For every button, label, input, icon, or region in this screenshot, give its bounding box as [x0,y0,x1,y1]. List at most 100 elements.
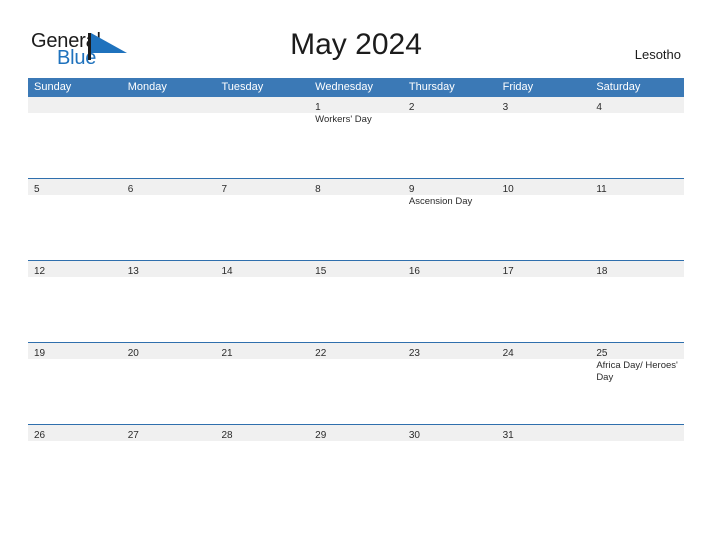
day-cell-1[interactable]: 1 [309,97,403,113]
day-events-30 [403,441,497,505]
weekday-header-tuesday: Tuesday [221,81,264,93]
day-number: 16 [408,266,420,277]
day-number: 21 [221,348,233,359]
day-number: 27 [127,430,139,441]
day-events-27 [122,441,216,505]
day-number: 11 [596,184,607,195]
day-number: 1 [315,102,321,113]
calendar-week-row: 5 6 7 8 9 10 11 Ascension Day [28,178,684,260]
day-cell-23[interactable]: 23 [403,343,497,359]
day-cell-31[interactable]: 31 [497,425,591,441]
day-number: 12 [34,266,46,277]
holiday-event-label: Africa Day/ Heroes' Day [596,360,678,383]
day-events-7 [215,195,309,259]
day-cell-17[interactable]: 17 [497,261,591,277]
day-cell-empty [215,97,309,113]
day-number-strip: 12 13 14 15 16 17 18 [28,261,684,277]
day-cell-25[interactable]: 25 [590,343,684,359]
day-body-strip: Ascension Day [28,195,684,259]
day-cell-3[interactable]: 3 [497,97,591,113]
day-events-3 [497,113,591,177]
day-cell-26[interactable]: 26 [28,425,122,441]
weekday-header-wednesday: Wednesday [315,81,374,93]
day-number: 15 [315,266,327,277]
day-number: 29 [315,430,327,441]
day-cell-9[interactable]: 9 [403,179,497,195]
page-header: General Blue May 2024 Lesotho [0,0,712,78]
day-events-21 [215,359,309,423]
day-number-strip: 26 27 28 29 30 31 [28,425,684,441]
weekday-header-thursday: Thursday [408,81,455,93]
day-events-8 [309,195,403,259]
day-number: 3 [502,102,509,113]
day-events-10 [497,195,591,259]
day-cell-8[interactable]: 8 [309,179,403,195]
day-events-12 [28,277,122,341]
day-cell-2[interactable]: 2 [403,97,497,113]
day-events-19 [28,359,122,423]
day-cell-15[interactable]: 15 [309,261,403,277]
day-number: 28 [221,430,233,441]
day-cell-18[interactable]: 18 [590,261,684,277]
day-events-15 [309,277,403,341]
day-number: 14 [221,266,233,277]
day-events-17 [497,277,591,341]
day-cell-14[interactable]: 14 [215,261,309,277]
weekday-header-sunday: Sunday [34,81,72,93]
day-cell-12[interactable]: 12 [28,261,122,277]
day-cell-27[interactable]: 27 [122,425,216,441]
day-cell-29[interactable]: 29 [309,425,403,441]
day-number: 4 [596,102,602,113]
day-events-9: Ascension Day [403,195,497,259]
calendar-page: General Blue May 2024 Lesotho Sunday Mond… [0,0,712,550]
day-cell-24[interactable]: 24 [497,343,591,359]
day-events-empty [28,113,122,177]
weekday-header-monday: Monday [127,81,167,93]
holiday-event-label: Workers' Day [315,114,372,125]
day-cell-4[interactable]: 4 [590,97,684,113]
day-number: 23 [408,348,420,359]
day-number: 17 [502,266,514,277]
day-cell-28[interactable]: 28 [215,425,309,441]
calendar-grid: Sunday Monday Tuesday Wednesday Thursday Frid… [28,78,684,506]
day-number: 30 [408,430,420,441]
day-events-6 [122,195,216,259]
day-cell-empty [590,425,684,441]
day-events-5 [28,195,122,259]
day-number: 26 [34,430,46,441]
day-cell-7[interactable]: 7 [215,179,309,195]
day-events-empty [215,113,309,177]
day-events-26 [28,441,122,505]
day-cell-22[interactable]: 22 [309,343,403,359]
holiday-event-label: Ascension Day [408,196,473,207]
day-cell-20[interactable]: 20 [122,343,216,359]
region-label: Lesotho [634,47,681,62]
day-cell-19[interactable]: 19 [28,343,122,359]
day-cell-13[interactable]: 13 [122,261,216,277]
day-cell-10[interactable]: 10 [497,179,591,195]
day-events-28 [215,441,309,505]
day-events-22 [309,359,403,423]
day-body-strip [28,441,684,505]
day-events-23 [403,359,497,423]
day-events-4 [590,113,684,177]
calendar-week-row: 1 2 3 4 Workers' Day [28,97,684,178]
calendar-week-row: 12 13 14 15 16 17 18 [28,260,684,342]
day-cell-30[interactable]: 30 [403,425,497,441]
day-events-18 [590,277,684,341]
day-events-empty [122,113,216,177]
day-number: 20 [127,348,139,359]
day-number: 25 [596,348,608,359]
day-events-empty [590,441,684,505]
day-events-16 [403,277,497,341]
day-body-strip [28,277,684,341]
day-number: 8 [315,184,321,195]
day-number: 31 [502,430,514,441]
day-cell-6[interactable]: 6 [122,179,216,195]
day-events-31 [497,441,591,505]
day-cell-5[interactable]: 5 [28,179,122,195]
day-cell-16[interactable]: 16 [403,261,497,277]
day-cell-21[interactable]: 21 [215,343,309,359]
day-cell-11[interactable]: 11 [590,179,684,195]
weekday-header-saturday: Saturday [596,81,641,93]
